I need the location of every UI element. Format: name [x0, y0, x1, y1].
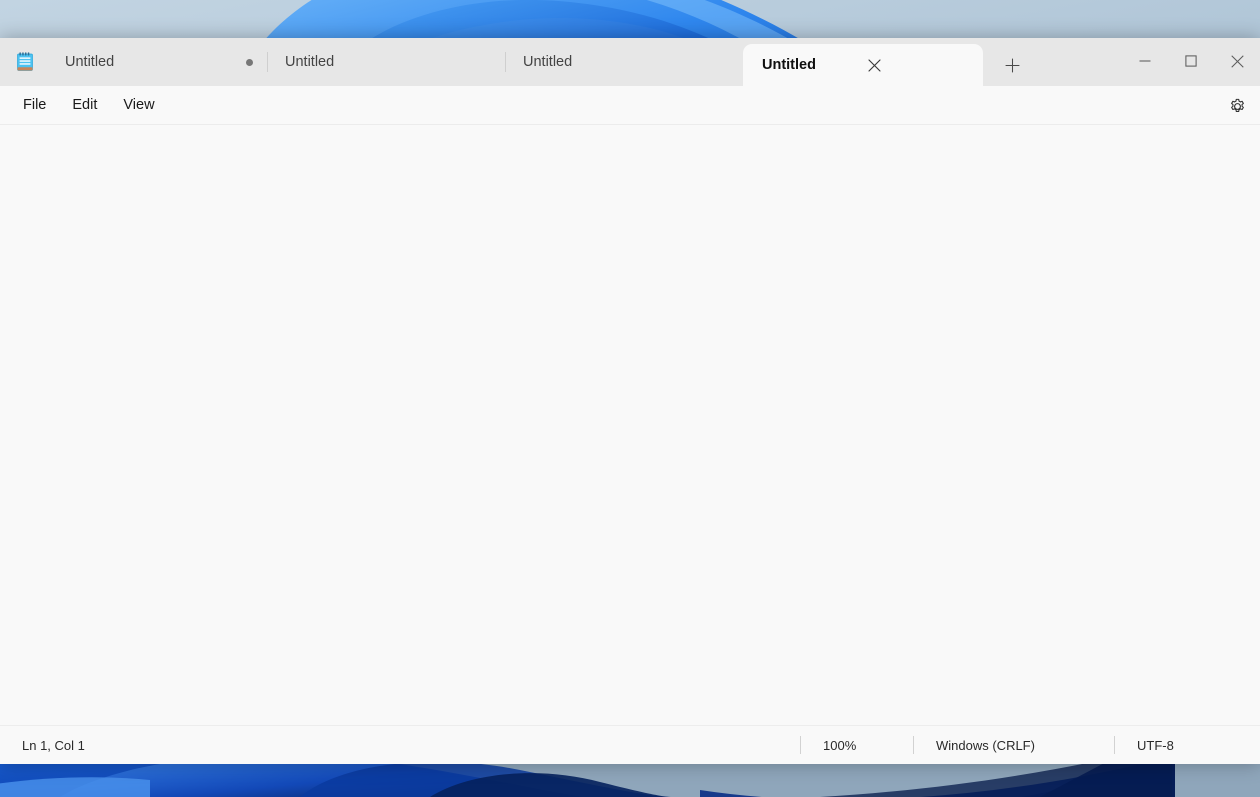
- status-zoom[interactable]: 100%: [801, 726, 913, 765]
- menu-bar: File Edit View: [0, 86, 1260, 125]
- status-encoding[interactable]: UTF-8: [1115, 726, 1260, 765]
- text-editor[interactable]: [0, 125, 1260, 725]
- maximize-button[interactable]: [1168, 38, 1214, 84]
- menu-item-edit[interactable]: Edit: [59, 91, 110, 119]
- notepad-window: Untitled Untitled Untitled Untitled: [0, 38, 1260, 764]
- tab-label: Untitled: [65, 55, 114, 70]
- tab-modified-dot: [246, 59, 253, 66]
- menu-item-file[interactable]: File: [10, 91, 59, 119]
- titlebar: Untitled Untitled Untitled Untitled: [0, 38, 1260, 86]
- tab-untitled-3[interactable]: Untitled: [506, 38, 743, 86]
- tab-label: Untitled: [523, 55, 572, 70]
- new-tab-button[interactable]: [995, 48, 1029, 82]
- window-controls: [1122, 38, 1260, 84]
- editor-area[interactable]: [0, 125, 1260, 725]
- status-line-ending[interactable]: Windows (CRLF): [914, 726, 1114, 765]
- menu-item-view[interactable]: View: [110, 91, 167, 119]
- tab-label: Untitled: [762, 58, 816, 73]
- minimize-button[interactable]: [1122, 38, 1168, 84]
- status-line-column: Ln 1, Col 1: [22, 738, 85, 753]
- status-right-group: 100% Windows (CRLF) UTF-8: [800, 726, 1260, 765]
- close-window-button[interactable]: [1214, 38, 1260, 84]
- tab-label: Untitled: [285, 55, 334, 70]
- tab-untitled-4-active[interactable]: Untitled: [743, 44, 983, 86]
- gear-icon[interactable]: [1221, 90, 1253, 122]
- tab-untitled-2[interactable]: Untitled: [268, 38, 505, 86]
- tab-close-icon[interactable]: [860, 50, 890, 80]
- tab-strip: Untitled Untitled Untitled Untitled: [48, 38, 1029, 86]
- notepad-icon: [14, 51, 36, 73]
- status-bar: Ln 1, Col 1 100% Windows (CRLF) UTF-8: [0, 725, 1260, 764]
- tab-untitled-1[interactable]: Untitled: [48, 38, 267, 86]
- desktop: Untitled Untitled Untitled Untitled: [0, 0, 1260, 797]
